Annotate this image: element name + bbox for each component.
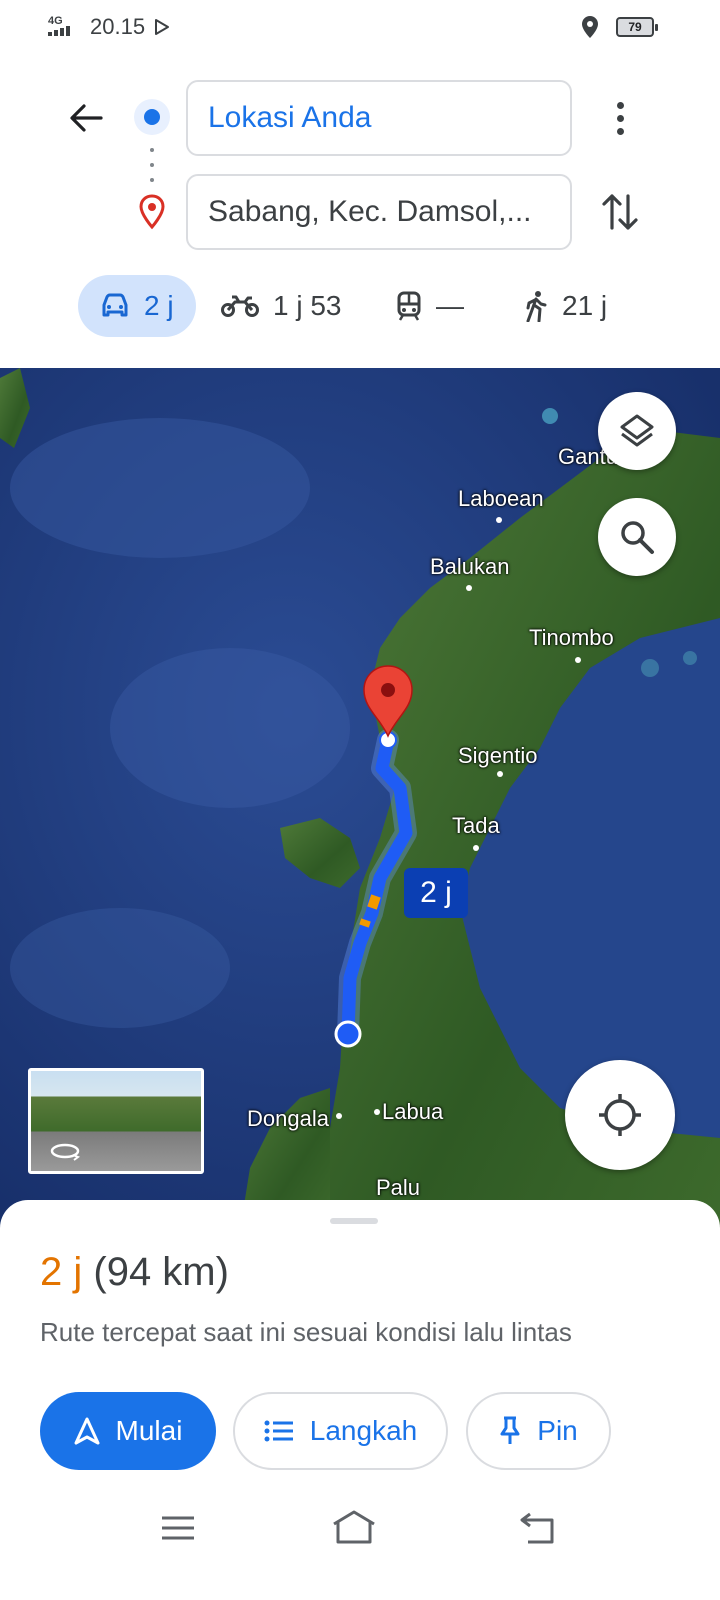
home-nav-icon[interactable]: [330, 1508, 378, 1548]
train-icon: [397, 291, 421, 321]
back-nav-icon[interactable]: [518, 1508, 558, 1548]
battery-icon: 79: [616, 17, 658, 37]
status-bar: 4G 20.15 79: [0, 0, 720, 56]
street-view-thumbnail[interactable]: [28, 1068, 204, 1174]
tab-motorcycle[interactable]: 1 j 53: [221, 275, 342, 337]
travel-mode-tabs: 2 j 1 j 53 — 21 j: [78, 275, 638, 337]
pin-button[interactable]: Pin: [466, 1392, 611, 1470]
route-description: Rute tercepat saat ini sesuai kondisi la…: [40, 1317, 572, 1347]
navigation-arrow-icon: [74, 1417, 100, 1445]
pin-label: Pin: [537, 1415, 578, 1446]
rotate-360-icon: [50, 1143, 81, 1161]
place-label: Labua: [382, 1099, 444, 1124]
place-label: Sigentio: [458, 743, 538, 768]
arrow-back-icon: [70, 104, 103, 132]
tab-walk-label: 21 j: [562, 290, 608, 321]
battery-level: 79: [628, 20, 642, 34]
tab-transit-label: —: [436, 290, 464, 321]
search-along-route-button[interactable]: [598, 498, 676, 576]
place-label: Tinombo: [529, 625, 614, 650]
steps-label: Langkah: [309, 1415, 418, 1446]
route-connector-dots: [150, 148, 154, 182]
menu-nav-icon[interactable]: [158, 1508, 198, 1548]
tab-walk[interactable]: 21 j: [524, 275, 607, 337]
my-location-icon: [599, 1094, 641, 1136]
place-label: Laboean: [458, 486, 544, 511]
start-label: Mulai: [115, 1415, 183, 1446]
layers-icon: [620, 414, 654, 447]
tab-transit[interactable]: —: [396, 275, 464, 337]
route-distance: (94 km): [93, 1250, 229, 1294]
place-label: Tada: [452, 813, 500, 838]
clock: 20.15: [90, 14, 146, 39]
route-duration: 2 j: [40, 1250, 83, 1294]
motorcycle-icon: [221, 295, 259, 317]
search-icon: [621, 521, 654, 554]
location-status-icon: [582, 16, 598, 38]
place-label: Dongala: [247, 1106, 329, 1131]
route-duration-label[interactable]: 2 j: [404, 868, 468, 918]
walk-icon: [526, 291, 547, 322]
route-summary: 2 j (94 km): [40, 1250, 229, 1295]
start-navigation-button[interactable]: Mulai: [40, 1392, 216, 1470]
list-icon: [264, 1420, 293, 1442]
my-location-button[interactable]: [565, 1060, 675, 1170]
steps-button[interactable]: Langkah: [233, 1392, 448, 1470]
origin-input[interactable]: Lokasi Anda: [186, 80, 572, 156]
place-label: Balukan: [430, 554, 510, 579]
drag-handle[interactable]: [330, 1218, 378, 1224]
swap-directions-button[interactable]: [600, 190, 640, 234]
back-button[interactable]: [64, 96, 108, 140]
tab-drive[interactable]: 2 j: [78, 275, 196, 337]
destination-input[interactable]: Sabang, Kec. Damsol,...: [186, 174, 572, 250]
tab-motorcycle-label: 1 j 53: [273, 290, 342, 321]
origin-dot-icon: [134, 99, 170, 135]
play-store-notification-icon: [155, 19, 170, 35]
map-view[interactable]: Gantu Laboean Balukan Tinombo Sigentio T…: [0, 368, 720, 1230]
layers-button[interactable]: [598, 392, 676, 470]
car-icon: [102, 293, 128, 317]
destination-value: Sabang, Kec. Damsol,...: [208, 195, 532, 228]
tab-drive-label: 2 j: [144, 290, 174, 321]
more-options-button[interactable]: [600, 96, 640, 140]
destination-pin-icon: [139, 194, 165, 230]
signal-icon: 4G: [48, 16, 82, 38]
place-label: Palu: [376, 1175, 421, 1200]
origin-value: Lokasi Anda: [208, 101, 372, 134]
system-navigation-bar: [0, 1490, 720, 1570]
pushpin-icon: [500, 1416, 520, 1444]
